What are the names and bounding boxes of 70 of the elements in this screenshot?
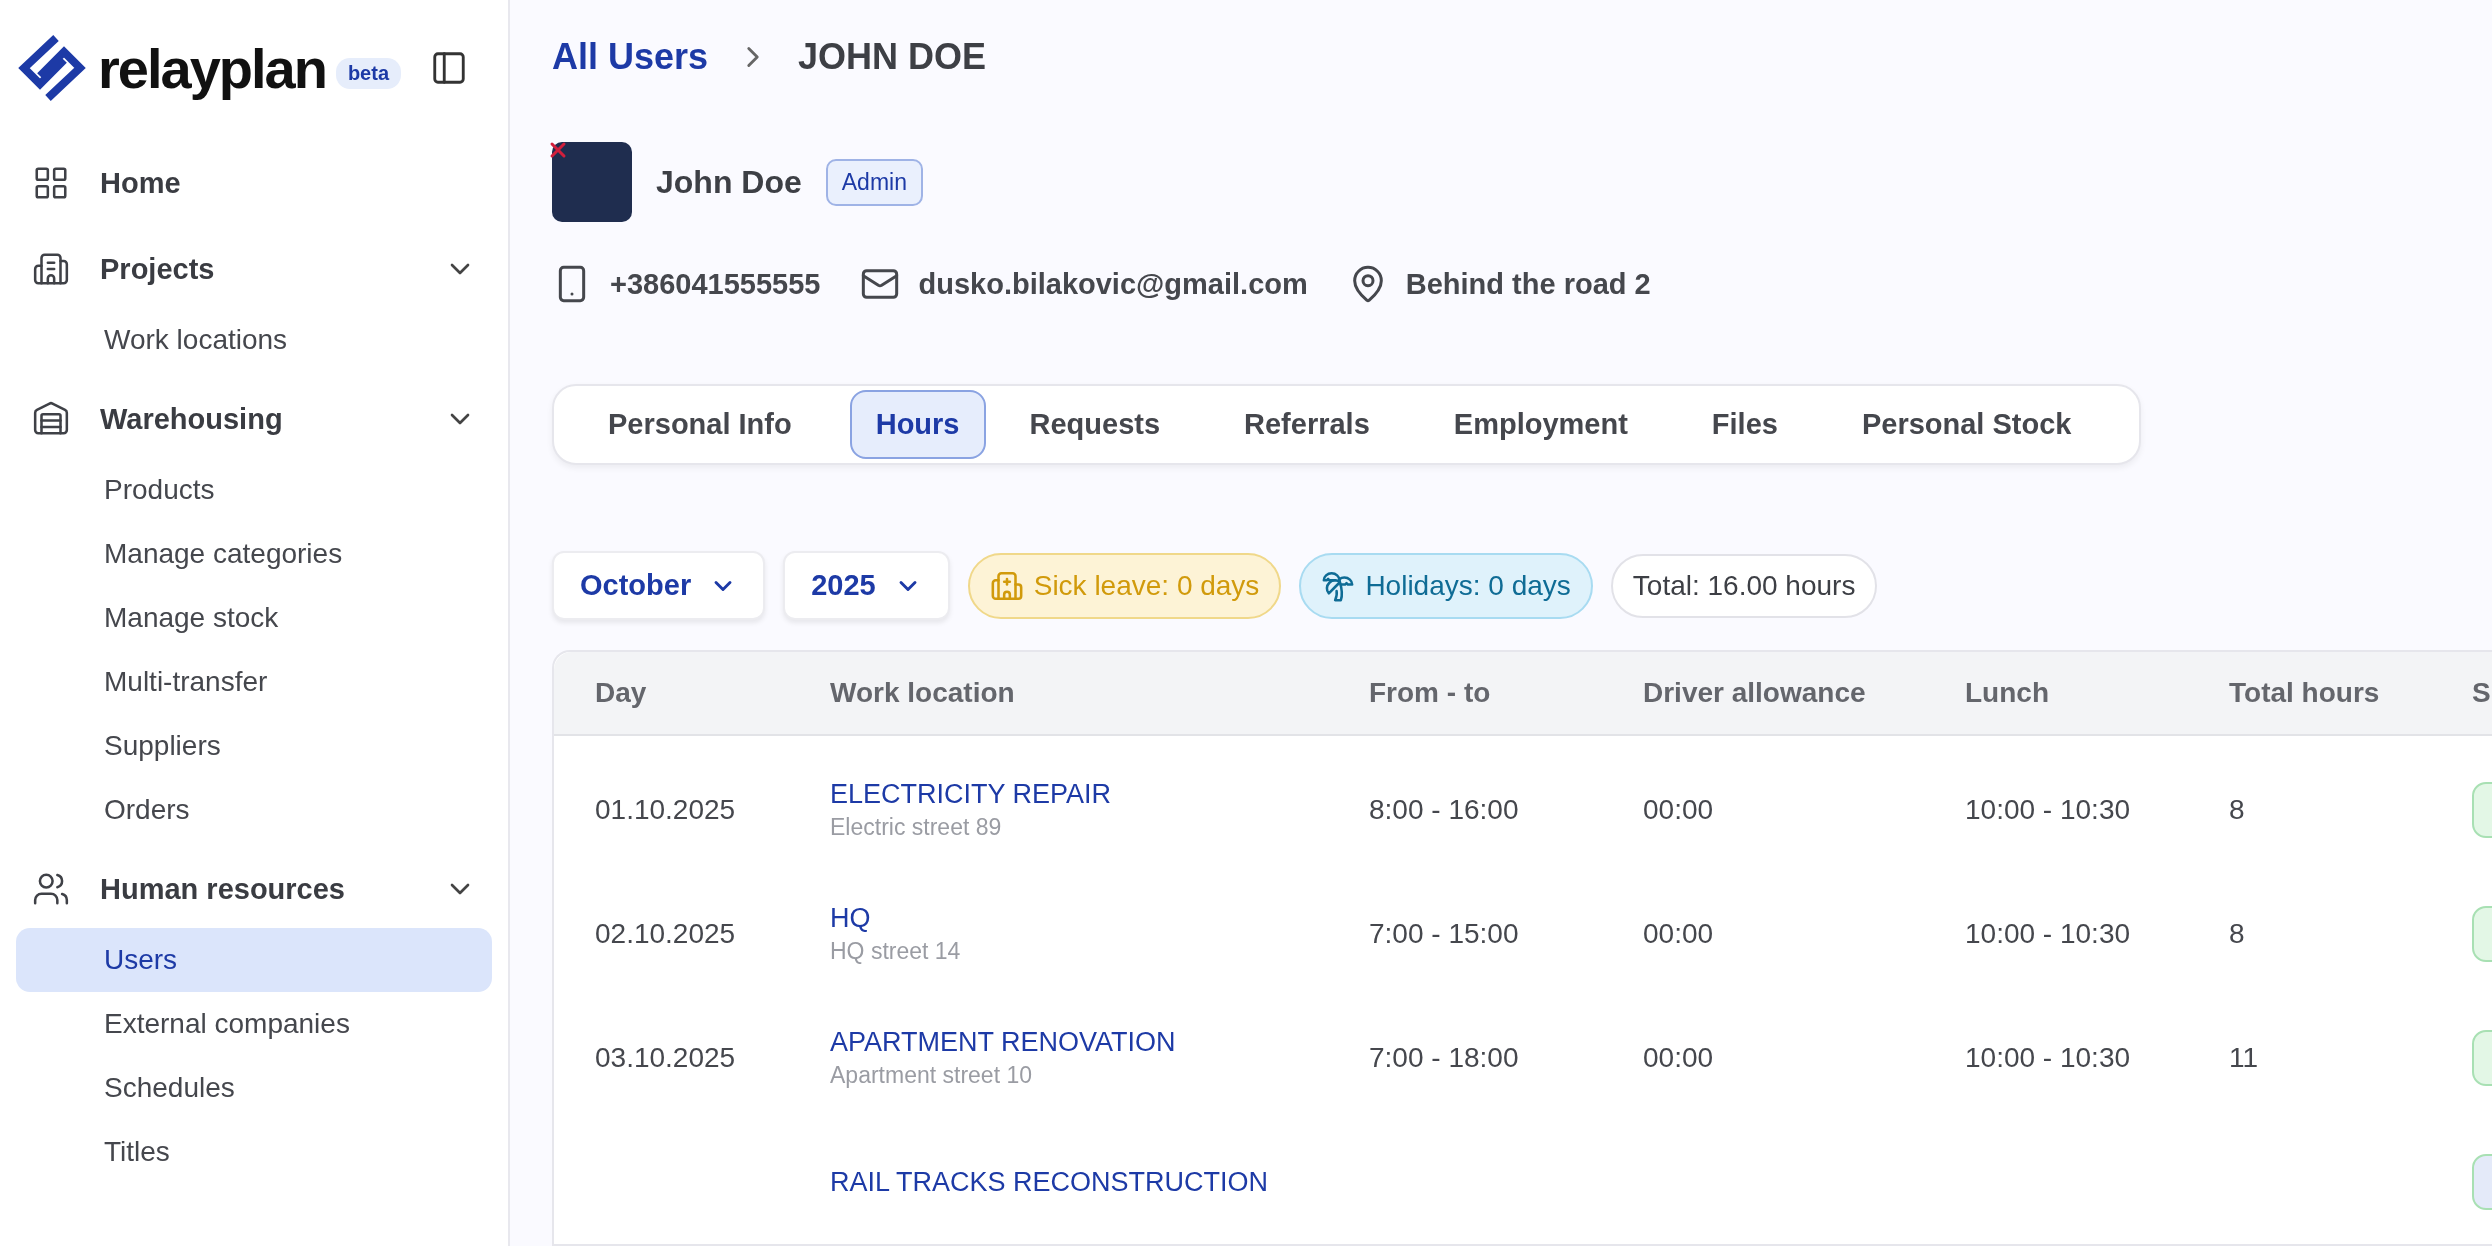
table-cell-text: 00:00 [1643,918,1715,950]
nav-group-label[interactable]: Warehousing [100,402,414,436]
tab[interactable]: Employment [1427,390,1654,460]
column-header: Driver allowance [1643,677,1867,709]
logo-icon [16,32,88,104]
breadcrumb-current: JOHN DOE [798,36,987,79]
contact-text: +386041555555 [610,267,821,301]
beta-badge: beta [335,57,402,89]
year-select[interactable]: 2025 [783,551,950,620]
nav-item[interactable]: Users [16,928,492,992]
tab[interactable]: Hours [849,390,986,460]
summary-chip: Sick leave: 0 days [967,552,1282,619]
table-cell-text: 00:00 [1643,794,1715,826]
table-cell-text: 8:00 - 16:00 [1369,794,1520,826]
contact-text: Behind the road 2 [1405,267,1651,301]
tab[interactable]: Files [1685,390,1804,460]
summary-chip: Holidays: 0 days [1299,552,1593,619]
nav-item[interactable]: External companies [16,992,492,1056]
summary-chip: Total: 16.00 hours [1610,553,1878,618]
column-header: Lunch [1965,677,2050,709]
nav-item[interactable]: Products [16,458,492,522]
table-cell-text: 00:00 [1643,1042,1715,1074]
tab[interactable]: Personal Stock [1835,390,2098,460]
work-location-address: Apartment street 10 [830,1062,1033,1089]
table-cell-text: 10:00 - 10:30 [1965,1042,2132,1074]
breadcrumb-link[interactable]: All Users [552,36,709,79]
work-location-link[interactable]: RAIL TRACKS RECONSTRUCTION [830,1166,1369,1198]
nav-group-label[interactable]: Home [100,166,476,200]
role-badge: Admin [825,158,923,206]
nav-item[interactable]: Manage categories [16,522,492,586]
nav-item[interactable]: Suppliers [16,714,492,778]
nav-group-label[interactable]: Projects [100,252,414,286]
nav-item[interactable]: Work locations [16,308,492,372]
tab[interactable]: Referrals [1218,390,1396,460]
column-header: Work location [830,677,1016,709]
work-location-link[interactable]: APARTMENT RENOVATION [830,1027,1369,1058]
month-select[interactable]: October [552,551,766,620]
table-cell-text: 03.10.2025 [595,1042,737,1074]
table-cell-text: 01.10.2025 [595,794,737,826]
column-header: From - to [1369,677,1492,709]
table-cell-text: 8 [2229,794,2246,826]
work-location-link[interactable]: ELECTRICITY REPAIR [830,779,1369,810]
work-location-link[interactable]: HQ [830,903,1369,934]
table-cell-text: 8 [2229,918,2246,950]
table-cell-text: 7:00 - 15:00 [1369,918,1520,950]
column-header: Day [595,677,648,709]
nav-item[interactable]: Titles [16,1120,492,1184]
column-header: S [2472,677,2492,709]
tab[interactable]: Requests [1003,390,1187,460]
table-cell-text: 10:00 - 10:30 [1965,918,2132,950]
nav-item[interactable]: Schedules [16,1056,492,1120]
user-name: John Doe [656,163,802,201]
nav-icon [32,250,70,288]
nav-item[interactable]: Orders [16,778,492,842]
sidebar-toggle-button[interactable] [430,49,468,87]
table-cell-text: 10:00 - 10:30 [1965,794,2132,826]
nav-icon [32,164,70,202]
nav-icon [32,400,70,438]
table-cell-text: 11 [2229,1042,2260,1074]
table-cell-text: 7:00 - 18:00 [1369,1042,1520,1074]
nav-group-label[interactable]: Human resources [100,872,414,906]
logo-wordmark: relayplan [98,35,326,101]
column-header: Total hours [2229,677,2381,709]
nav-item[interactable]: Manage stock [16,586,492,650]
contact-text: dusko.bilakovic@gmail.com [918,267,1308,301]
work-location-address: Electric street 89 [830,814,1003,841]
work-location-address: HQ street 14 [830,938,962,965]
table-cell-text: 02.10.2025 [595,918,737,950]
tab[interactable]: Personal Info [582,390,818,460]
nav-item[interactable]: Multi-transfer [16,650,492,714]
